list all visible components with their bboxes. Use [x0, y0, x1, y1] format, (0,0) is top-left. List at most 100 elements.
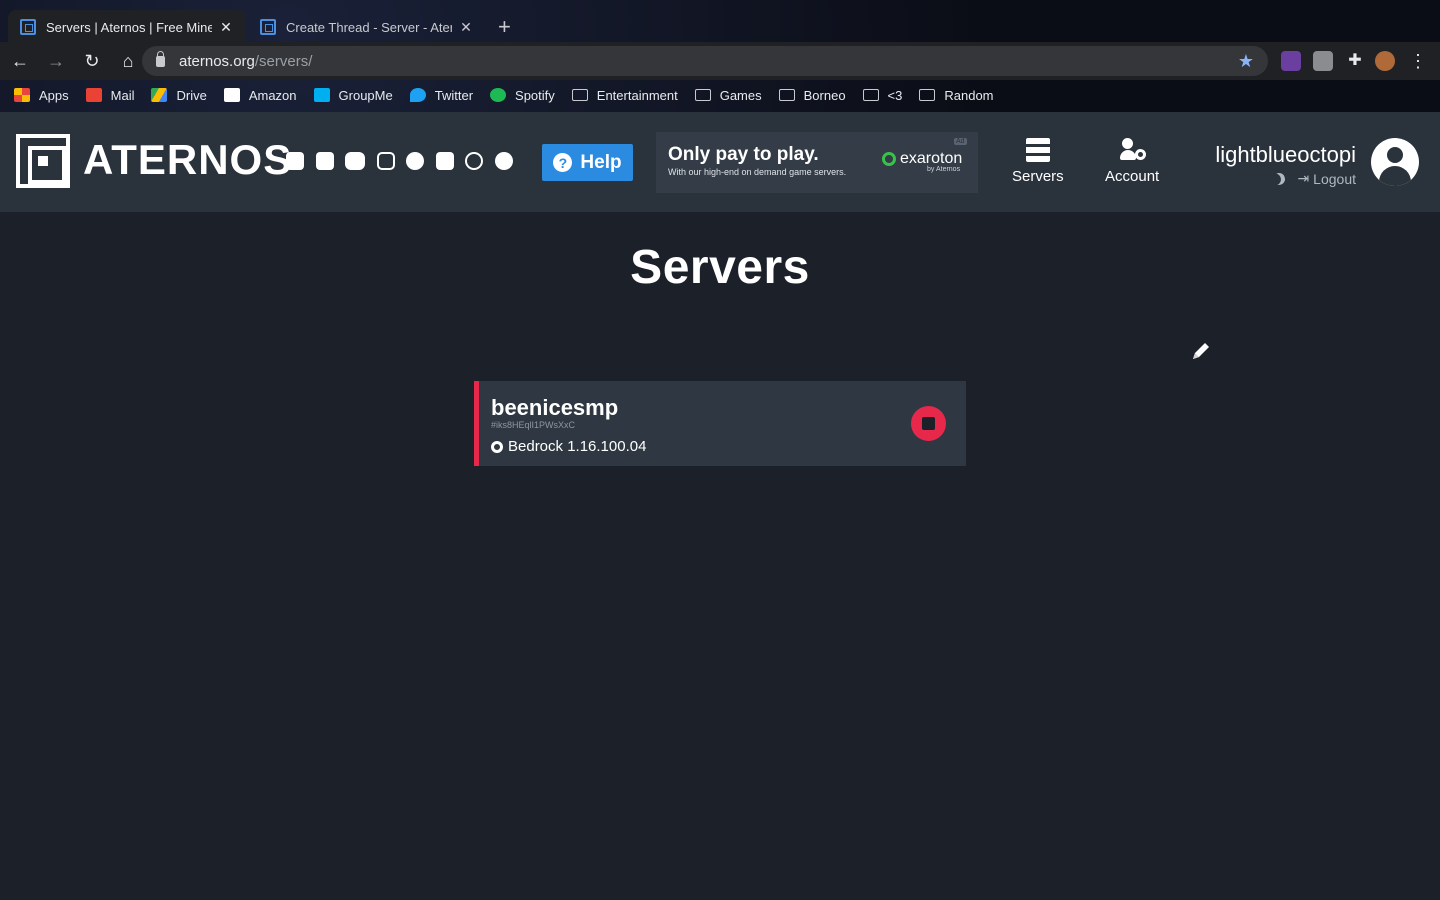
folder-icon	[919, 89, 936, 101]
menu-kebab-icon[interactable]: ⋮	[1408, 51, 1428, 71]
bookmark-groupme[interactable]: GroupMe	[313, 88, 393, 103]
bookmarks-bar: Apps Mail Drive Amazon GroupMe Twitter S…	[0, 80, 1440, 110]
github-icon[interactable]	[494, 152, 513, 170]
server-stack-icon	[1025, 138, 1050, 162]
folder-icon	[862, 89, 879, 101]
question-circle-icon: ?	[553, 153, 573, 172]
apps-grid-icon	[14, 88, 30, 102]
facebook-icon[interactable]	[315, 152, 334, 170]
home-icon[interactable]: ⌂	[112, 45, 144, 77]
user-panel: lightblueoctopi ⇥ Logout	[1206, 142, 1356, 187]
tab-title: Create Thread - Server - Atern	[286, 19, 452, 35]
help-label: Help	[580, 151, 622, 173]
gear-icon	[491, 440, 503, 453]
bookmark-label: Spotify	[515, 87, 555, 103]
user-avatar-icon[interactable]	[1371, 138, 1419, 186]
extension-icon[interactable]	[1281, 51, 1301, 71]
profile-avatar[interactable]	[1375, 51, 1395, 71]
spotify-icon	[490, 88, 507, 102]
ad-headline: Only pay to play.	[668, 144, 819, 165]
bookmark-folder-heart[interactable]: <3	[862, 87, 903, 103]
tab-strip: Servers | Aternos | Free Minecr ✕ Create…	[0, 8, 1440, 44]
dark-mode-toggle-icon[interactable]	[1272, 171, 1287, 186]
aternos-favicon-icon	[20, 19, 36, 35]
gmail-icon	[85, 88, 102, 102]
folder-icon	[571, 89, 588, 101]
drive-icon	[151, 88, 168, 102]
bookmark-label: Entertainment	[596, 87, 678, 103]
pencil-edit-icon[interactable]	[1190, 340, 1212, 362]
tab-create-thread[interactable]: Create Thread - Server - Atern ✕	[248, 10, 486, 44]
bookmark-star-icon[interactable]: ★	[1238, 51, 1254, 72]
bookmark-label: Twitter	[434, 87, 474, 103]
extension-icon[interactable]	[1313, 51, 1333, 71]
folder-icon	[778, 89, 795, 101]
lock-icon	[156, 50, 165, 67]
address-bar[interactable]: aternos.org/servers/ ★	[142, 46, 1268, 76]
bookmark-twitter[interactable]: Twitter	[409, 87, 474, 103]
bookmark-label: <3	[887, 87, 903, 103]
youtube-icon[interactable]	[345, 152, 365, 170]
forward-arrow-icon[interactable]: →	[40, 45, 72, 77]
exaroton-ad-banner[interactable]: Only pay to play. With our high-end on d…	[656, 132, 978, 193]
logout-icon[interactable]: ⇥	[1297, 170, 1309, 187]
user-actions: ⇥ Logout	[1206, 170, 1356, 187]
site-header: ATERNOS ? Help Only pay to play. With ou…	[0, 112, 1440, 212]
nav-servers-label: Servers	[1012, 168, 1064, 185]
username[interactable]: lightblueoctopi	[1206, 142, 1356, 168]
nav-servers[interactable]: Servers	[1012, 138, 1064, 185]
logout-link[interactable]: Logout	[1313, 171, 1356, 187]
close-icon[interactable]: ✕	[458, 19, 474, 36]
url-path: /servers/	[254, 52, 313, 70]
bookmark-folder-borneo[interactable]: Borneo	[778, 87, 846, 103]
puzzle-extensions-icon[interactable]: ✚	[1345, 51, 1365, 71]
folder-icon	[694, 89, 711, 101]
twitter-icon	[409, 88, 426, 102]
aternos-logo-icon[interactable]	[16, 134, 70, 188]
help-button[interactable]: ? Help	[542, 144, 633, 181]
aternos-favicon-icon	[260, 19, 276, 35]
nav-account-label: Account	[1105, 168, 1160, 185]
ad-subline: With our high-end on demand game servers…	[668, 167, 847, 177]
brand-name[interactable]: ATERNOS	[83, 136, 292, 184]
reload-icon[interactable]: ↻	[76, 45, 108, 77]
bookmark-amazon[interactable]: Amazon	[223, 87, 297, 103]
bookmark-apps[interactable]: Apps	[14, 88, 69, 103]
bookmark-folder-games[interactable]: Games	[694, 88, 762, 103]
headset-icon[interactable]	[465, 152, 483, 170]
exaroton-gear-icon	[882, 152, 896, 166]
server-status-offline-icon	[911, 406, 946, 441]
bookmark-spotify[interactable]: Spotify	[490, 88, 555, 103]
bookmark-label: Mail	[110, 87, 135, 103]
server-version: Bedrock 1.16.100.04	[508, 438, 647, 455]
back-arrow-icon[interactable]: ←	[4, 45, 36, 77]
tab-servers[interactable]: Servers | Aternos | Free Minecr ✕	[8, 10, 246, 44]
browser-toolbar: ← → ↻ ⌂ aternos.org/servers/ ★ ✚ ⋮	[0, 42, 1440, 80]
close-icon[interactable]: ✕	[218, 19, 234, 36]
server-software: Bedrock 1.16.100.04	[491, 438, 646, 455]
instagram-icon[interactable]	[376, 152, 395, 170]
groupme-icon	[313, 88, 330, 102]
bookmark-label: Random	[944, 87, 994, 103]
ad-tag: Ad	[954, 138, 967, 145]
server-card[interactable]: beenicesmp #iks8HEqlI1PWsXxC Bedrock 1.1…	[474, 381, 966, 466]
user-cog-icon	[1120, 138, 1147, 162]
bookmark-mail[interactable]: Mail	[85, 87, 135, 103]
discord-icon[interactable]	[435, 152, 454, 170]
bookmark-label: Drive	[176, 87, 207, 103]
nav-account[interactable]: Account	[1105, 138, 1159, 185]
server-id: #iks8HEqlI1PWsXxC	[491, 420, 576, 430]
bookmark-label: Amazon	[248, 87, 297, 103]
amazon-icon	[223, 88, 240, 102]
bookmark-folder-entertainment[interactable]: Entertainment	[571, 87, 678, 103]
page-title: Servers	[630, 241, 810, 294]
twitter-icon[interactable]	[286, 152, 304, 170]
reddit-icon[interactable]	[406, 152, 424, 170]
new-tab-button[interactable]: +	[498, 14, 511, 40]
bookmark-label: Borneo	[803, 87, 846, 103]
bookmark-folder-random[interactable]: Random	[919, 87, 994, 103]
url-host: aternos.org	[179, 52, 255, 70]
server-name: beenicesmp	[491, 395, 619, 420]
bookmark-label: Apps	[39, 87, 69, 103]
bookmark-drive[interactable]: Drive	[151, 87, 207, 103]
